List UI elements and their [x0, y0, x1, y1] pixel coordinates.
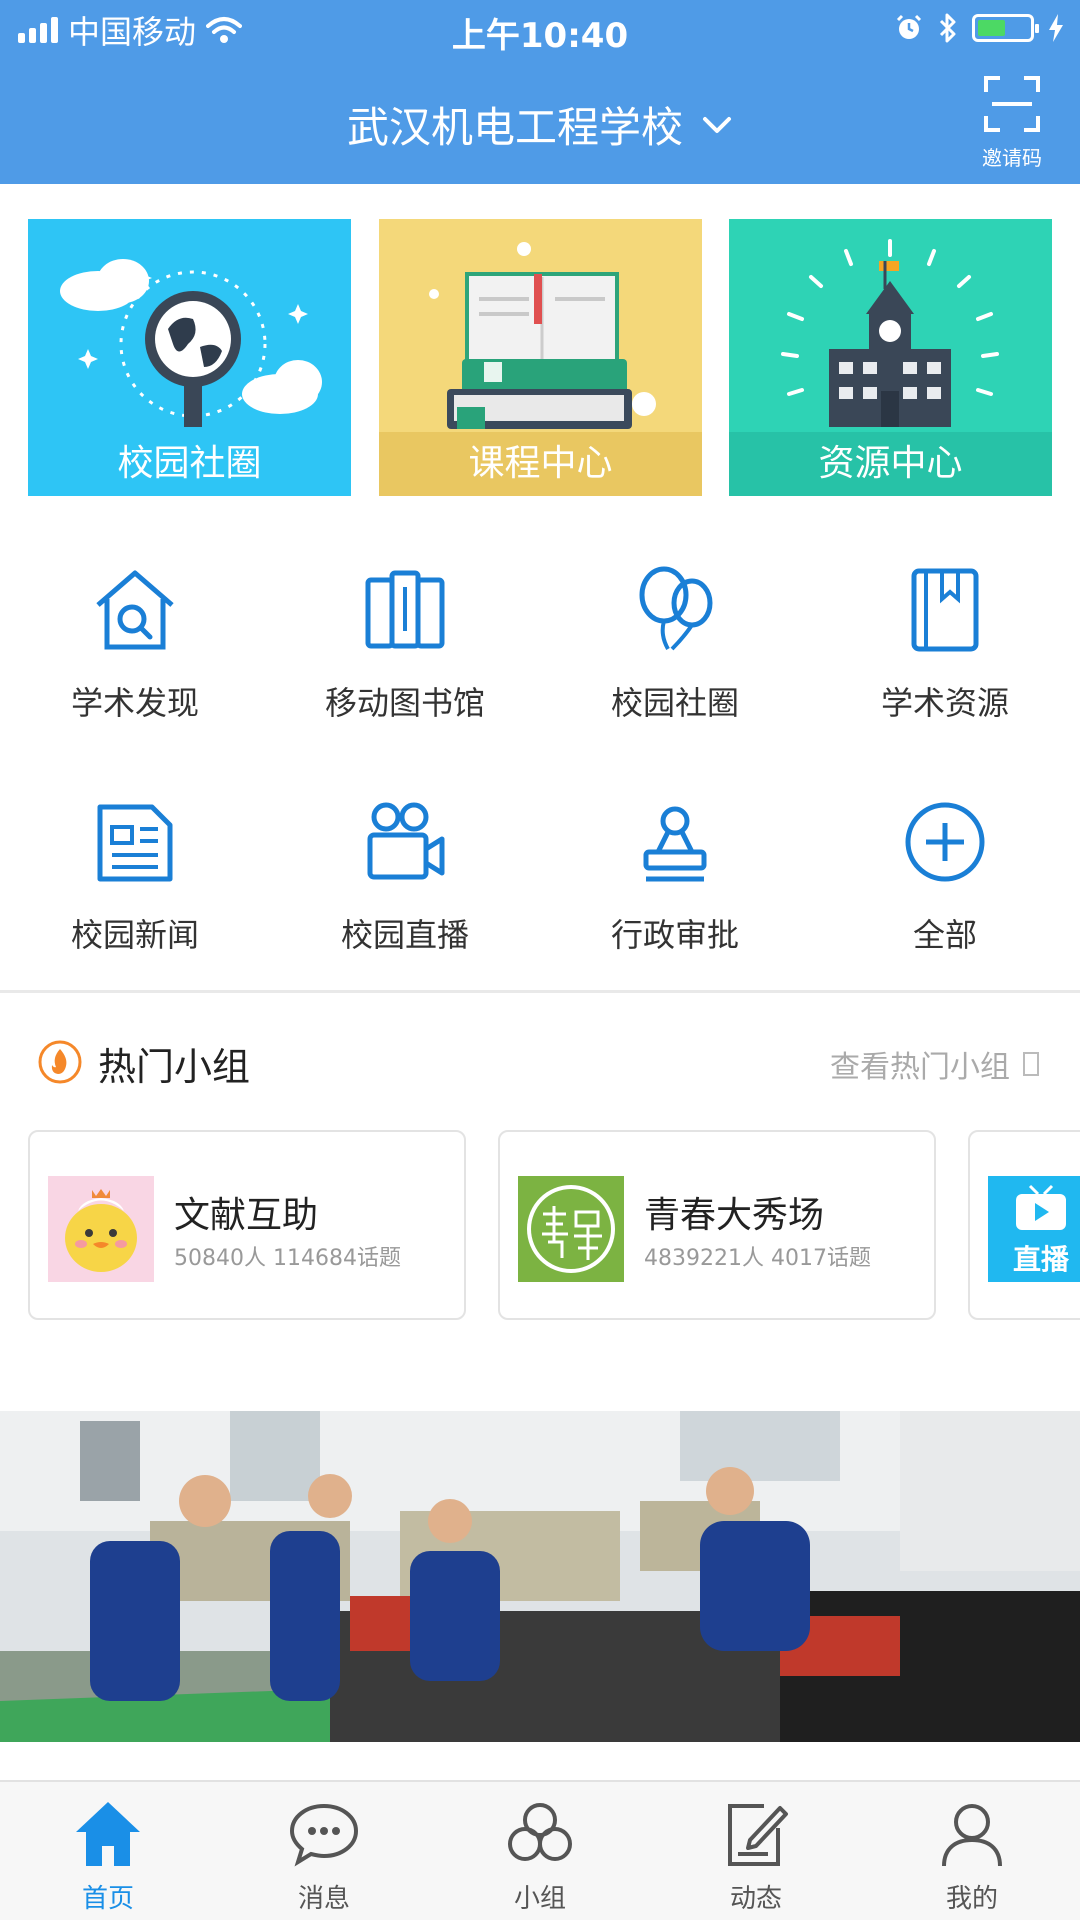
hot-groups-header: 热门小组 查看热门小组 [0, 1020, 1080, 1100]
hot-groups-title: 热门小组 [98, 1045, 251, 1089]
bookmark-book-icon [911, 568, 979, 652]
view-hot-groups-label: 查看热门小组 [830, 1050, 1010, 1085]
stamp-icon [643, 806, 707, 882]
tab-label: 我的 [945, 1884, 998, 1914]
banner-label: 校园社圈 [117, 443, 262, 484]
section-divider [0, 990, 1080, 993]
grid-item-label: 全部 [912, 916, 977, 954]
campus-photo[interactable] [0, 1411, 1080, 1742]
grid-item-campus-live[interactable]: 校园直播 [270, 792, 540, 956]
tab-bar: 首页 消息 小组 动态 我的 [0, 1780, 1080, 1920]
balloons-icon [639, 566, 713, 651]
grid-item-label: 校园新闻 [70, 916, 199, 954]
video-camera-icon [367, 802, 445, 880]
alarm-icon [896, 14, 922, 39]
tab-groups[interactable]: 小组 [432, 1796, 648, 1915]
nav-bar: 武汉机电工程学校 邀请码 [0, 60, 1080, 184]
grid-item-campus-news[interactable]: 校园新闻 [0, 792, 270, 956]
school-title: 武汉机电工程学校 [346, 103, 683, 152]
grid-item-label: 学术资源 [880, 684, 1009, 722]
group-avatar-live: 直播 [988, 1176, 1080, 1282]
grid-item-admin-approval[interactable]: 行政审批 [540, 792, 810, 956]
battery-icon [972, 14, 1039, 42]
group-meta: 50840人 114684话题 [174, 1246, 401, 1271]
charging-icon [1049, 14, 1063, 42]
grid-item-academic-resources[interactable]: 学术资源 [810, 560, 1080, 724]
tab-profile[interactable]: 我的 [864, 1796, 1080, 1915]
live-badge-label: 直播 [1012, 1243, 1069, 1276]
grid-item-label: 学术发现 [70, 684, 199, 722]
group-card[interactable]: 青春大秀场 4839221人 4017话题 [498, 1130, 936, 1320]
group-name: 文献互助 [174, 1195, 319, 1236]
group-meta: 4839221人 4017话题 [644, 1246, 871, 1271]
scan-icon [984, 76, 1040, 132]
grid-item-label: 校园直播 [340, 916, 469, 954]
group-cloud-icon [508, 1803, 572, 1861]
chat-bubble-icon [289, 1803, 359, 1867]
newspaper-icon [97, 804, 173, 882]
grid-item-campus-circle[interactable]: 校园社圈 [540, 560, 810, 724]
group-name: 青春大秀场 [644, 1195, 825, 1236]
workshop-photo-image [0, 1411, 1080, 1742]
tab-label: 小组 [513, 1884, 566, 1914]
grid-item-label: 移动图书馆 [324, 684, 485, 722]
view-hot-groups-link[interactable]: 查看热门小组 [830, 1042, 1040, 1086]
banner-resource-center[interactable]: 资源中心 [729, 219, 1052, 496]
group-card[interactable]: 文献互助 50840人 114684话题 [28, 1130, 466, 1320]
banner-campus-circle[interactable]: 校园社圈 [28, 219, 351, 496]
status-right [894, 12, 1064, 44]
status-bar: 中国移动 上午10:40 [0, 0, 1080, 60]
grid-item-academic-discovery[interactable]: 学术发现 [0, 560, 270, 724]
books-icon [365, 570, 445, 649]
chevron-right-icon [1023, 1052, 1039, 1076]
group-avatar [518, 1176, 624, 1282]
chevron-down-icon [703, 116, 731, 133]
house-search-icon [96, 570, 174, 650]
tab-label: 动态 [729, 1884, 782, 1914]
plus-circle-icon [905, 802, 985, 882]
school-selector[interactable]: 武汉机电工程学校 [0, 94, 1080, 155]
grid-item-mobile-library[interactable]: 移动图书馆 [270, 560, 540, 724]
tv-icon [1016, 1184, 1066, 1230]
banner-course-center[interactable]: 课程中心 [379, 219, 702, 496]
grid-item-all[interactable]: 全部 [810, 792, 1080, 956]
grid-item-label: 校园社圈 [610, 684, 739, 722]
group-card[interactable]: 直播 [968, 1130, 1080, 1320]
tab-label: 首页 [81, 1884, 134, 1914]
tab-activity[interactable]: 动态 [648, 1796, 864, 1915]
bluetooth-icon [939, 13, 956, 43]
tab-home[interactable]: 首页 [0, 1796, 216, 1915]
banner-label: 课程中心 [379, 432, 702, 496]
fire-icon [38, 1040, 82, 1084]
invite-code-button[interactable]: 邀请码 [974, 74, 1050, 171]
tab-messages[interactable]: 消息 [216, 1796, 432, 1915]
edit-note-icon [728, 1804, 788, 1866]
banner-label: 资源中心 [729, 432, 1052, 496]
user-icon [942, 1804, 1002, 1867]
group-avatar [48, 1176, 154, 1282]
home-icon [76, 1802, 140, 1866]
tab-label: 消息 [297, 1884, 350, 1914]
grid-item-label: 行政审批 [610, 916, 739, 954]
invite-label: 邀请码 [982, 146, 1042, 170]
